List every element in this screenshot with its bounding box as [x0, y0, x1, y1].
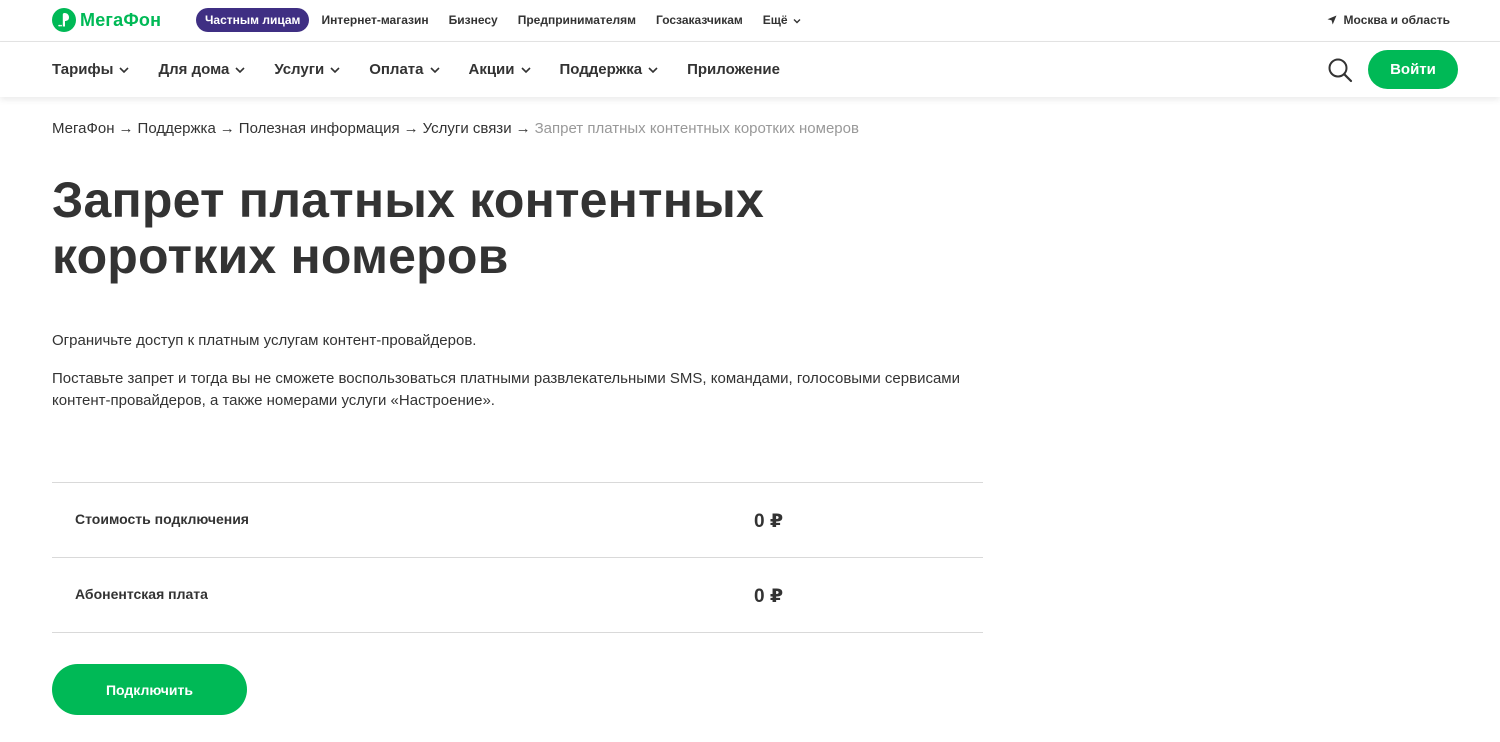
megafon-logo[interactable]: МегаФон [52, 8, 161, 32]
chevron-down-icon [235, 66, 245, 73]
breadcrumb-link[interactable]: Полезная информация [239, 120, 400, 137]
nav-support[interactable]: Поддержка [560, 61, 659, 78]
nav-services[interactable]: Услуги [274, 61, 340, 78]
price-value: 0 ₽ [754, 586, 784, 607]
chevron-down-icon [648, 66, 658, 73]
nav-tariffs[interactable]: Тарифы [52, 61, 130, 78]
logo-text: МегаФон [80, 9, 162, 30]
nav-support-label: Поддержка [559, 61, 643, 78]
price-row: Стоимость подключения 0 ₽ [52, 483, 983, 558]
intro-text: Ограничьте доступ к платным услугам конт… [52, 332, 477, 349]
breadcrumb-separator: → [403, 120, 419, 137]
nav-payment[interactable]: Оплата [369, 61, 440, 78]
segment-government[interactable]: Госзаказчикам [656, 13, 743, 27]
location-arrow-icon [1327, 15, 1337, 25]
top-bar: МегаФон Частным лицам Интернет-магазин Б… [0, 0, 1500, 42]
megafon-logo-icon [52, 8, 76, 32]
region-label: Москва и область [1343, 13, 1450, 27]
price-table: Стоимость подключения 0 ₽ Абонентская пл… [52, 482, 983, 633]
region-selector[interactable]: Москва и область [1327, 13, 1450, 27]
nav-app[interactable]: Приложение [687, 61, 780, 78]
nav-promos-label: Акции [468, 61, 515, 78]
segment-entrepreneurs[interactable]: Предпринимателям [518, 13, 636, 27]
chevron-down-icon [520, 66, 531, 73]
breadcrumb-link[interactable]: Поддержка [138, 120, 216, 137]
main-menu: Тарифы Для дома Услуги Оплата Акции Подд… [52, 42, 809, 97]
chevron-down-icon [119, 66, 130, 73]
breadcrumb-separator: → [219, 120, 235, 137]
description-text: Поставьте запрет и тогда вы не сможете в… [52, 370, 960, 409]
breadcrumb-link[interactable]: МегаФон [52, 120, 115, 137]
breadcrumb-current: Запрет платных контентных коротких номер… [534, 120, 859, 137]
segment-more[interactable]: Ещё [763, 13, 801, 27]
main-nav: Тарифы Для дома Услуги Оплата Акции Подд… [0, 42, 1500, 97]
breadcrumb: МегаФон → Поддержка → Полезная информация → Ус… [52, 120, 859, 137]
nav-services-label: Услуги [274, 61, 325, 78]
segment-business[interactable]: Бизнесу [449, 13, 498, 27]
nav-home[interactable]: Для дома [158, 61, 245, 78]
chevron-down-icon [330, 66, 340, 73]
price-value: 0 ₽ [754, 511, 784, 532]
nav-home-label: Для дома [158, 61, 230, 78]
page-title: Запрет платных контентных коротких номер… [52, 172, 852, 284]
page-title-line-1: Запрет платных контентных [52, 172, 765, 228]
connect-button[interactable]: Подключить [52, 664, 247, 715]
login-button[interactable]: Войти [1368, 50, 1458, 89]
breadcrumb-link[interactable]: Услуги связи [423, 120, 512, 137]
segment-nav: Частным лицам Интернет-магазин Бизнесу П… [196, 8, 821, 32]
search-icon[interactable] [1327, 57, 1353, 83]
nav-payment-label: Оплата [369, 61, 424, 78]
breadcrumb-separator: → [515, 120, 531, 137]
breadcrumb-separator: → [118, 120, 134, 137]
price-label: Стоимость подключения [75, 511, 249, 527]
chevron-down-icon [793, 19, 801, 24]
nav-promos[interactable]: Акции [469, 61, 531, 78]
chevron-down-icon [429, 66, 440, 73]
page-title-line-2: коротких номеров [52, 228, 509, 284]
nav-app-label: Приложение [687, 61, 780, 78]
nav-tariffs-label: Тарифы [52, 61, 114, 78]
price-row: Абонентская плата 0 ₽ [52, 558, 983, 633]
price-label: Абонентская плата [75, 586, 208, 602]
segment-private[interactable]: Частным лицам [196, 8, 310, 32]
segment-more-label: Ещё [762, 13, 788, 27]
segment-shop[interactable]: Интернет-магазин [321, 13, 428, 27]
